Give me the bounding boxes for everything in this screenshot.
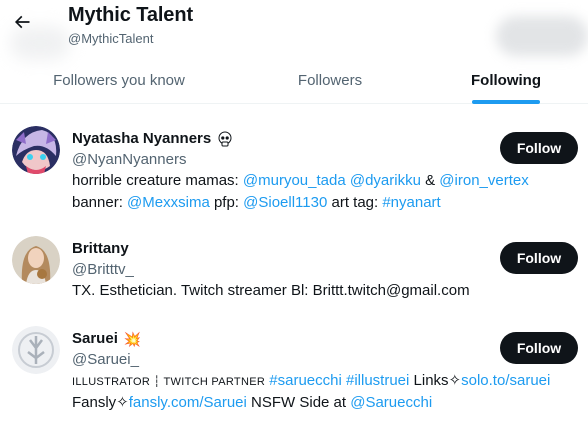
bio-text: horrible creature mamas: — [72, 172, 243, 189]
profile-header: Mythic Talent @MythicTalent — [0, 0, 588, 60]
tab-followers[interactable]: Followers — [282, 58, 378, 103]
user-handle[interactable]: @NyanNyanners — [72, 151, 186, 168]
user-bio-line: horrible creature mamas: @muryou_tada @d… — [72, 170, 529, 192]
url-link[interactable]: fansly.com/Saruei — [129, 394, 247, 411]
user-bio-line: TX. Esthetician. Twitch streamer Bl: Bri… — [72, 280, 470, 302]
bio-text: art tag: — [327, 194, 383, 211]
tab-followers-you-know[interactable]: Followers you know — [38, 58, 200, 103]
user-cell[interactable]: Saruei 💥 @Saruei_ Follow ILLUSTRATOR ┆ T… — [0, 326, 588, 422]
user-bio-line: ILLUSTRATOR ┆ TWITCH PARTNER #saruecchi … — [72, 370, 550, 393]
bio-text: Fansly✧ — [72, 394, 129, 411]
user-cell[interactable]: Brittany @Britttv_ Follow TX. Estheticia… — [0, 236, 588, 306]
name-row: Saruei 💥 — [72, 330, 141, 347]
user-name[interactable]: Nyatasha Nyanners — [72, 130, 211, 147]
user-handle[interactable]: @Britttv_ — [72, 261, 134, 278]
bio-text: ILLUSTRATOR ┆ TWITCH PARTNER — [72, 376, 266, 388]
avatar-image — [12, 126, 60, 174]
bio-text: NSFW Side at — [246, 394, 351, 411]
bio-text: TX. Esthetician. Twitch streamer Bl: Bri… — [72, 282, 470, 299]
name-row: Brittany — [72, 240, 129, 257]
back-button[interactable] — [4, 4, 40, 40]
mention-link[interactable]: @Sioell1130 — [243, 194, 327, 211]
bio-text: banner: — [72, 194, 128, 211]
user-handle[interactable]: @Saruei_ — [72, 351, 139, 368]
mention-link[interactable]: @muryou_tada — [243, 172, 346, 189]
mention-link[interactable]: @Saruecchi — [350, 394, 432, 411]
tab-bar: Followers you know Followers Following — [0, 58, 588, 104]
user-name[interactable]: Brittany — [72, 240, 129, 257]
collision-icon: 💥 — [123, 330, 142, 347]
follow-button[interactable]: Follow — [500, 132, 578, 164]
page-handle: @MythicTalent — [68, 31, 154, 46]
avatar[interactable] — [12, 326, 60, 374]
follow-button[interactable]: Follow — [500, 242, 578, 274]
name-row: Nyatasha Nyanners — [72, 130, 233, 147]
avatar-image — [12, 236, 60, 284]
user-cell[interactable]: Nyatasha Nyanners @NyanNyanners Follow h… — [0, 126, 588, 222]
bio-text: Links✧ — [409, 372, 462, 389]
user-bio-line: banner: @Mexxsima pfp: @Sioell1130 art t… — [72, 192, 441, 214]
avatar[interactable] — [12, 126, 60, 174]
page-title: Mythic Talent — [68, 4, 194, 26]
avatar[interactable] — [12, 236, 60, 284]
bio-text: pfp: — [209, 194, 244, 211]
tab-following[interactable]: Following — [460, 58, 552, 103]
mention-link[interactable]: @dyarikku — [350, 172, 421, 189]
mention-link[interactable]: @Mexxsima — [127, 194, 210, 211]
mention-link[interactable]: @iron_vertex — [439, 172, 528, 189]
hashtag-link[interactable]: #illustruei — [346, 372, 409, 389]
hashtag-link[interactable]: #nyanart — [382, 194, 440, 211]
avatar-image — [12, 326, 60, 374]
blurred-background-button — [496, 16, 588, 56]
active-tab-indicator — [472, 100, 540, 104]
hashtag-link[interactable]: #saruecchi — [269, 372, 342, 389]
url-link[interactable]: solo.to/saruei — [461, 372, 550, 389]
follow-button[interactable]: Follow — [500, 332, 578, 364]
user-bio-line: Fansly✧fansly.com/Saruei NSFW Side at @S… — [72, 392, 432, 414]
arrow-left-icon — [14, 15, 30, 29]
user-name[interactable]: Saruei — [72, 330, 118, 347]
bio-text: & — [420, 172, 440, 189]
skull-icon — [218, 131, 232, 146]
